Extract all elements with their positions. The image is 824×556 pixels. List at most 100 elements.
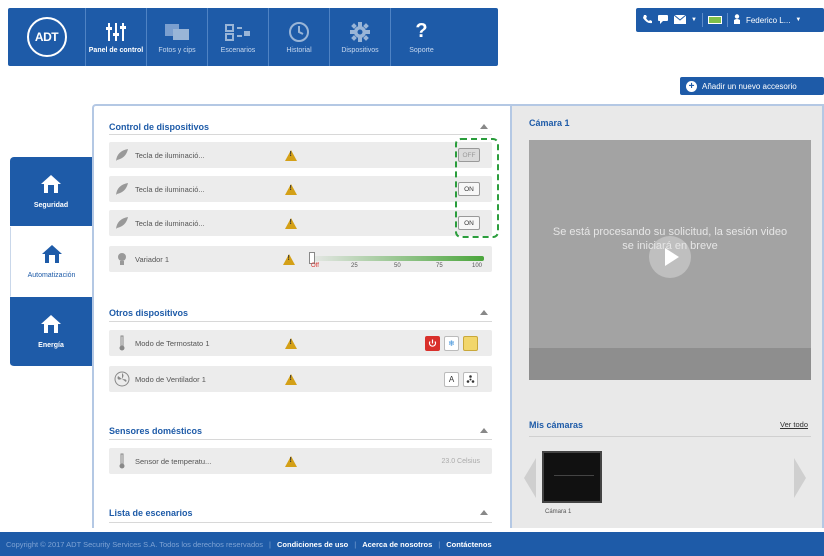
warning-icon xyxy=(285,455,297,467)
section-title-scenes: Lista de escenarios xyxy=(109,508,193,518)
footer-link-terms[interactable]: Condiciones de uso xyxy=(277,540,348,549)
footer-separator: | xyxy=(269,539,271,549)
warning-icon xyxy=(285,337,297,349)
copyright-text: Copyright © 2017 ADT Security Services S… xyxy=(6,539,264,549)
section-title-other-devices: Otros dispositivos xyxy=(109,308,189,318)
tab-energia[interactable]: Energía xyxy=(10,297,92,367)
footer-link-contact[interactable]: Contáctenos xyxy=(446,540,491,549)
warning-icon xyxy=(285,373,297,385)
slider-track[interactable] xyxy=(309,256,484,261)
tab-label: Seguridad xyxy=(33,202,69,209)
tick-label: 25 xyxy=(351,263,358,269)
nav-historial[interactable]: Historial xyxy=(269,8,330,66)
view-all-link[interactable]: Ver todo xyxy=(780,420,808,429)
nav-dispositivos[interactable]: Dispositivos xyxy=(330,8,391,66)
sensor-label: Sensor de temperatu... xyxy=(135,456,212,466)
bulb-icon xyxy=(109,252,135,266)
home-automation-icon xyxy=(41,244,63,266)
logo-cell[interactable]: ADT xyxy=(8,8,86,66)
chat-icon[interactable] xyxy=(658,14,669,26)
camera-thumbnail-label: Cámara 1 xyxy=(545,509,572,515)
fan-on-button[interactable] xyxy=(463,371,478,387)
tab-automatizacion[interactable]: Automatización xyxy=(10,227,92,297)
thermometer-icon xyxy=(109,453,135,469)
plus-icon: + xyxy=(686,80,697,92)
nav-label: Dispositivos xyxy=(341,46,379,54)
automation-panel: Control de dispositivos Tecla de ilumina… xyxy=(92,104,512,528)
home-icon xyxy=(40,174,62,196)
top-navigation: ADT Panel de control Fotos y cips Escena… xyxy=(8,8,498,66)
camera-thumbnail[interactable] xyxy=(542,451,602,503)
tab-label: Automatización xyxy=(27,272,76,279)
divider xyxy=(109,522,492,523)
scenarios-icon xyxy=(225,21,251,43)
clock-icon xyxy=(288,21,310,43)
leaf-icon xyxy=(109,182,135,196)
warning-icon xyxy=(285,217,297,229)
mail-icon[interactable] xyxy=(673,14,687,26)
gear-icon xyxy=(349,21,371,43)
nav-label: Escenarios xyxy=(220,46,256,54)
toggle-highlight xyxy=(455,138,499,238)
power-button[interactable] xyxy=(425,335,440,351)
status-bar: ▼ Federico L... ▼ xyxy=(636,8,824,32)
tick-label: 75 xyxy=(436,263,443,269)
fan-auto-button[interactable]: A xyxy=(444,371,459,387)
divider xyxy=(109,321,492,322)
footer-link-about[interactable]: Acerca de nosotros xyxy=(362,540,432,549)
leaf-icon xyxy=(109,148,135,162)
device-row: Tecla de iluminació... ON xyxy=(109,176,492,202)
user-name[interactable]: Federico L... xyxy=(746,16,790,25)
tick-label: Off xyxy=(311,263,319,269)
nav-label: Historial xyxy=(286,46,312,54)
leaf-icon xyxy=(109,216,135,230)
device-row: Tecla de iluminació... ON xyxy=(109,210,492,236)
side-tabs: Seguridad Automatización Energía xyxy=(10,157,92,367)
camera-title: Cámara 1 xyxy=(529,118,570,128)
divider xyxy=(109,439,492,440)
tab-seguridad[interactable]: Seguridad xyxy=(10,157,92,227)
nav-escenarios[interactable]: Escenarios xyxy=(208,8,269,66)
section-title-sensors: Sensores domésticos xyxy=(109,426,203,436)
section-title-device-control: Control de dispositivos xyxy=(109,122,210,132)
tick-label: 50 xyxy=(394,263,401,269)
snowflake-button[interactable]: ❄ xyxy=(444,335,459,351)
add-accessory-button[interactable]: + Añadir un nuevo accesorio xyxy=(680,77,824,95)
heat-button[interactable] xyxy=(463,335,478,351)
divider xyxy=(726,13,728,27)
thermostat-row: Modo de Termostato 1 ❄ xyxy=(109,330,492,356)
phone-icon[interactable] xyxy=(642,14,653,26)
collapse-icon[interactable] xyxy=(480,510,488,515)
divider xyxy=(109,134,492,135)
chevron-left-icon[interactable] xyxy=(524,458,536,498)
dimmer-slider[interactable]: Off 25 50 75 100 xyxy=(309,250,484,270)
collapse-icon[interactable] xyxy=(480,310,488,315)
sliders-icon xyxy=(105,21,127,43)
nav-label: Panel de control xyxy=(88,46,144,54)
thumbnail-line xyxy=(554,475,594,476)
nav-panel-de-control[interactable]: Panel de control xyxy=(86,8,147,66)
nav-soporte[interactable]: ? Soporte xyxy=(391,8,452,66)
divider xyxy=(701,13,703,27)
collapse-icon[interactable] xyxy=(480,428,488,433)
nav-fotos-y-clips[interactable]: Fotos y cips xyxy=(147,8,208,66)
camera-panel: Cámara 1 Se está procesando su solicitud… xyxy=(512,104,824,528)
footer-separator: | xyxy=(438,539,441,549)
collapse-icon[interactable] xyxy=(480,124,488,129)
dimmer-label: Variador 1 xyxy=(135,254,170,264)
chevron-down-icon[interactable]: ▼ xyxy=(691,17,697,23)
device-label: Tecla de iluminació... xyxy=(135,218,205,228)
device-row: Tecla de iluminació... OFF xyxy=(109,142,492,168)
tab-label: Energía xyxy=(38,342,64,349)
user-icon xyxy=(733,14,741,26)
photos-icon xyxy=(164,21,190,43)
warning-icon xyxy=(285,183,297,195)
divider xyxy=(529,436,811,437)
adt-logo[interactable]: ADT xyxy=(26,17,67,57)
thermostat-label: Modo de Termostato 1 xyxy=(135,338,210,348)
my-cameras-title: Mis cámaras xyxy=(529,420,584,430)
camera-video[interactable]: Se está procesando su solicitud, la sesi… xyxy=(529,140,811,380)
chevron-down-icon[interactable]: ▼ xyxy=(795,17,801,23)
chevron-right-icon[interactable] xyxy=(794,458,806,498)
fan-icon xyxy=(109,371,135,387)
